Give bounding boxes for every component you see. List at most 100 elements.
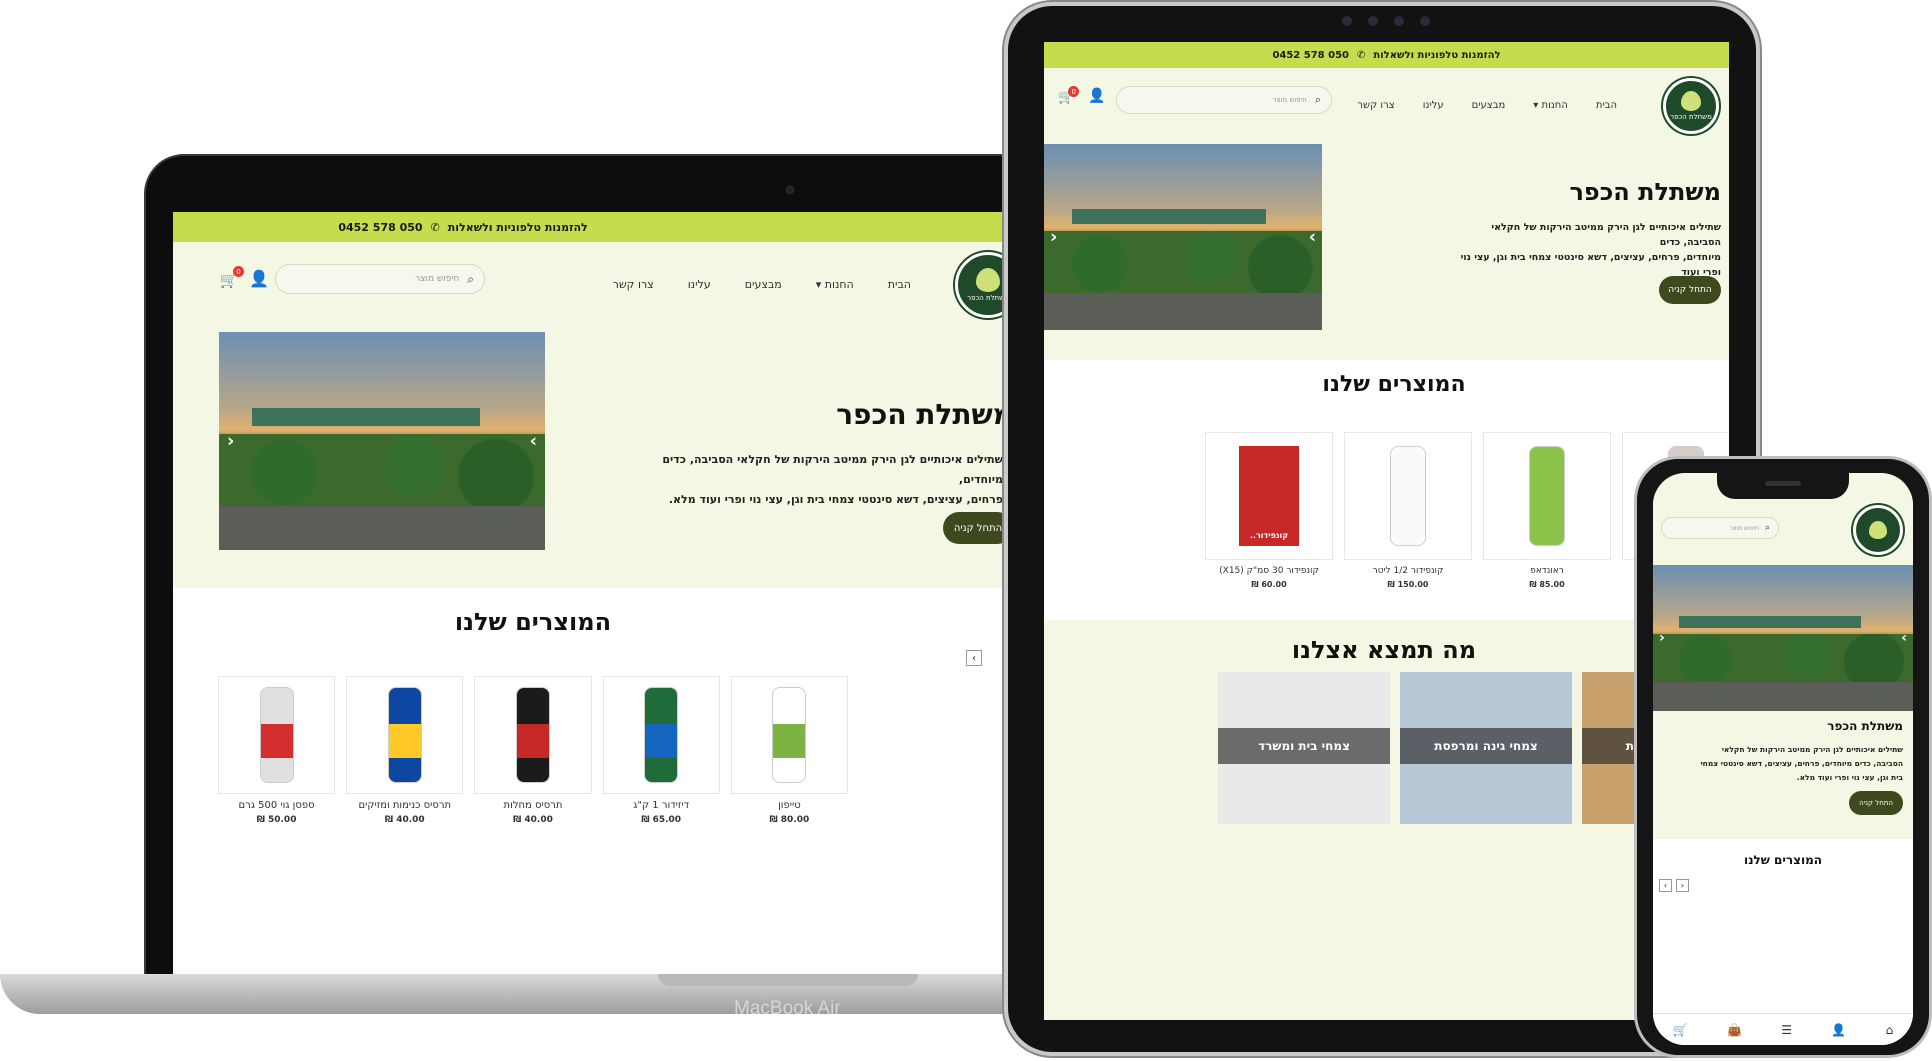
nav-contact[interactable]: צרו קשר bbox=[1357, 100, 1394, 111]
tablet-screen: להזמנות טלפוניות ולשאלות ✆ 050 578 0452 … bbox=[1044, 42, 1729, 1020]
product-price: 85.00 ₪ bbox=[1529, 580, 1565, 589]
product-image[interactable] bbox=[602, 676, 720, 794]
product-image[interactable] bbox=[1483, 432, 1611, 560]
hero-section: ‹ › משתלת הכפר שתילים איכותיים לגן הירק … bbox=[1044, 144, 1729, 386]
hero-line-2: הסביבה, כדים מיוחדים, פרחים, עציצים, דשא… bbox=[1700, 759, 1903, 768]
hero-line-1: שתילים איכותיים לגן הירק ממיטב הירקות של… bbox=[662, 453, 1003, 486]
hero-slider-image: ‹ › bbox=[219, 332, 545, 550]
phone-icon: ✆ bbox=[430, 220, 440, 234]
leaf-icon bbox=[976, 268, 1000, 292]
product-image[interactable] bbox=[1344, 432, 1472, 560]
category-label: צמחי בית ומשרד bbox=[1218, 728, 1390, 764]
user-icon[interactable]: 👤 bbox=[1831, 1023, 1846, 1037]
product-price: 40.00 ₪ bbox=[384, 815, 425, 825]
nav-shop[interactable]: החנות ▾ bbox=[1533, 100, 1568, 111]
product-name[interactable]: קונפידור 1/2 ליטר bbox=[1344, 566, 1472, 576]
chevron-left-icon[interactable]: ‹ bbox=[1659, 879, 1672, 892]
phone-icon: ✆ bbox=[1357, 49, 1366, 61]
user-icon[interactable]: 👤 bbox=[249, 268, 269, 288]
product-name[interactable]: תרסיס מחלות bbox=[474, 800, 591, 811]
products-title: המוצרים שלנו bbox=[1743, 853, 1823, 867]
hero-title: משתלת הכפר bbox=[1569, 178, 1721, 206]
product-name[interactable]: ספסן גוי 500 גרם bbox=[218, 800, 335, 811]
hero-section: משתלת הכפר שתילים איכותיים לגן הירק ממיט… bbox=[173, 328, 1003, 550]
search-icon: ⌕ bbox=[1764, 523, 1770, 533]
nav-sales[interactable]: מבצעים bbox=[745, 278, 782, 291]
menu-icon[interactable]: ☰ bbox=[1781, 1023, 1792, 1037]
nav-contact[interactable]: צרו קשר bbox=[613, 278, 654, 291]
nav-shop[interactable]: החנות ▾ bbox=[816, 278, 854, 291]
nav-sales[interactable]: מבצעים bbox=[1472, 100, 1506, 111]
main-nav: הבית החנות ▾ מבצעים עלינו צרו קשר bbox=[1357, 100, 1617, 111]
cart-icon[interactable]: 🛒 bbox=[1673, 1023, 1688, 1037]
product-name[interactable]: דיזידור 1 ק"ג bbox=[603, 800, 720, 811]
chevron-right-icon[interactable]: › bbox=[1676, 879, 1689, 892]
phone-notch bbox=[1717, 473, 1849, 499]
topbar-phone[interactable]: 050 578 0452 bbox=[1272, 50, 1349, 61]
nav-shop-label: החנות bbox=[1541, 100, 1568, 111]
site-logo[interactable]: משתלת הכפר bbox=[1663, 78, 1719, 134]
product-bottle bbox=[644, 687, 679, 783]
product-price: 150.00 ₪ bbox=[1387, 580, 1429, 589]
search-icon: ⌕ bbox=[1314, 93, 1321, 106]
chevron-right-icon[interactable]: › bbox=[1901, 630, 1907, 646]
product-price: 60.00 ₪ bbox=[1251, 580, 1287, 589]
nav-about[interactable]: עלינו bbox=[688, 278, 711, 291]
hero-line-1: שתילים איכותיים לגן הירק ממיטב הירקות של… bbox=[1491, 222, 1721, 248]
product-image[interactable] bbox=[217, 676, 336, 794]
chevron-right-icon[interactable]: › bbox=[530, 431, 537, 452]
chevron-left-icon[interactable]: ‹ bbox=[1050, 227, 1057, 248]
chevron-left-icon[interactable]: ‹ bbox=[966, 650, 982, 666]
start-shopping-button[interactable]: התחל קניה bbox=[1849, 791, 1903, 815]
product-card[interactable]: קונפידור.. קונפידור 30 סמ"ק (X15) 60.00 … bbox=[1205, 432, 1333, 589]
search-placeholder: חיפוש מוצר bbox=[1729, 524, 1759, 532]
site-logo[interactable]: משתלת הכפר bbox=[955, 252, 1003, 318]
product-card[interactable]: תרסיס מחלות 40.00 ₪ bbox=[474, 676, 592, 825]
product-card[interactable]: ספסן גוי 500 גרם 50.00 ₪ bbox=[217, 676, 336, 825]
laptop-screen: להזמנות טלפוניות ולשאלות ✆ 050 578 0452 … bbox=[173, 212, 1003, 986]
categories-title: מה תמצא אצלנו bbox=[1291, 636, 1477, 664]
product-card[interactable]: ראונדאפ 85.00 ₪ bbox=[1483, 432, 1611, 589]
cart-icon[interactable]: 🛒 0 bbox=[1058, 86, 1080, 105]
product-image[interactable]: קונפידור.. bbox=[1205, 432, 1333, 560]
logo-text: משתלת הכפר bbox=[1670, 113, 1712, 121]
product-image[interactable] bbox=[474, 676, 592, 794]
start-shopping-button[interactable]: התחל קניה bbox=[943, 512, 1003, 544]
bag-icon[interactable]: 👜 bbox=[1727, 1023, 1742, 1037]
category-card[interactable]: צמחי בית ומשרד bbox=[1218, 672, 1390, 824]
search-box[interactable]: ⌕ חיפוש מוצר bbox=[1116, 86, 1332, 114]
product-card[interactable]: דיזידור 1 ק"ג 65.00 ₪ bbox=[602, 676, 720, 825]
search-box[interactable]: ⌕ חיפוש מוצר bbox=[275, 264, 485, 294]
category-card[interactable]: צמחי גינה ומרפסת bbox=[1400, 672, 1572, 824]
chevron-left-icon[interactable]: ‹ bbox=[227, 431, 234, 452]
product-name[interactable]: ראונדאפ bbox=[1483, 566, 1611, 576]
packet-label: קונפידור.. bbox=[1249, 531, 1289, 540]
product-card[interactable]: קונפידור 1/2 ליטר 150.00 ₪ bbox=[1344, 432, 1472, 589]
nav-about[interactable]: עלינו bbox=[1423, 100, 1444, 111]
hero-slider-image: ‹ › bbox=[1044, 144, 1322, 330]
product-card[interactable]: טייפון 80.00 ₪ bbox=[730, 676, 848, 825]
product-image[interactable] bbox=[730, 676, 848, 794]
user-icon[interactable]: 👤 bbox=[1088, 88, 1105, 104]
product-name[interactable]: תרסיס כנימות ומזיקים bbox=[346, 800, 463, 811]
site-logo[interactable] bbox=[1853, 505, 1903, 555]
nav-home[interactable]: הבית bbox=[888, 278, 911, 291]
laptop-device: להזמנות טלפוניות ולשאלות ✆ 050 578 0452 … bbox=[0, 154, 1110, 1034]
nav-home[interactable]: הבית bbox=[1596, 100, 1617, 111]
category-label: צמחי גינה ומרפסת bbox=[1400, 728, 1572, 764]
product-image[interactable] bbox=[346, 676, 464, 794]
topbar-phone[interactable]: 050 578 0452 bbox=[338, 221, 422, 234]
chevron-right-icon[interactable]: › bbox=[1309, 227, 1316, 248]
product-name[interactable]: טייפון bbox=[731, 800, 848, 811]
product-name[interactable]: קונפידור 30 סמ"ק (X15) bbox=[1205, 566, 1333, 576]
search-box[interactable]: ⌕ חיפוש מוצר bbox=[1661, 517, 1779, 539]
product-bottle bbox=[259, 687, 294, 783]
category-grid: עציצים ואדניותצמחי גינה ומרפסתצמחי בית ו… bbox=[1054, 672, 1729, 824]
chevron-left-icon[interactable]: ‹ bbox=[1659, 630, 1665, 646]
home-icon[interactable]: ⌂ bbox=[1886, 1023, 1894, 1037]
search-icon: ⌕ bbox=[467, 271, 474, 286]
product-card[interactable]: תרסיס כנימות ומזיקים 40.00 ₪ bbox=[346, 676, 464, 825]
cart-icon[interactable]: 🛒 0 bbox=[219, 266, 244, 290]
carousel-arrows: ‹ › bbox=[1659, 879, 1689, 892]
start-shopping-button[interactable]: התחל קניה bbox=[1659, 276, 1721, 304]
